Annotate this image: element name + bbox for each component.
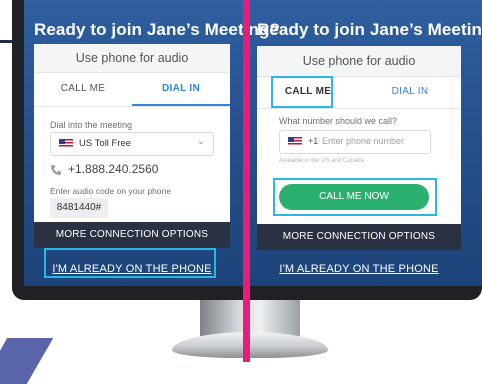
phone-placeholder: Enter phone number <box>322 136 405 146</box>
use-phone-header: Use phone for audio <box>257 46 461 77</box>
code-label: Enter audio code on your phone <box>50 186 171 196</box>
country-code: +1 <box>308 136 319 146</box>
availability-note: Available in the US and Canada <box>279 158 364 164</box>
decorative-shape <box>0 338 54 384</box>
us-flag-icon <box>59 139 73 148</box>
us-flag-icon <box>288 137 302 146</box>
phone-number-row: +1.888.240.2560 <box>50 162 220 178</box>
monitor-stand-base <box>172 332 328 358</box>
already-on-phone-link[interactable]: I'M ALREADY ON THE PHONE <box>257 260 461 278</box>
phone-input[interactable]: +1 Enter phone number <box>279 130 431 154</box>
phone-number: +1.888.240.2560 <box>68 162 159 176</box>
call-question: What number should we call? <box>279 116 398 126</box>
panel-divider <box>243 0 250 362</box>
highlight-box <box>44 248 216 278</box>
more-connection-options-button[interactable]: MORE CONNECTION OPTIONS <box>257 224 461 250</box>
phone-icon <box>51 165 61 175</box>
tab-call-me[interactable]: CALL ME <box>34 72 132 106</box>
use-phone-header: Use phone for audio <box>34 44 230 73</box>
left-audio-card: Use phone for audio CALL ME DIAL IN Dial… <box>34 44 230 222</box>
more-connection-options-button[interactable]: MORE CONNECTION OPTIONS <box>34 222 230 248</box>
country-select-value: US Toll Free <box>79 138 132 149</box>
chevron-down-icon: ⌄ <box>196 136 205 147</box>
tab-dial-in[interactable]: DIAL IN <box>132 72 230 106</box>
right-panel-title: Ready to join Jane’s Meeting? <box>257 20 482 39</box>
highlight-box <box>271 76 333 108</box>
right-audio-card: Use phone for audio CALL ME DIAL IN What… <box>257 46 461 224</box>
monitor-screen: Ready to join Jane’s Meeting? Use phone … <box>24 0 482 286</box>
tab-divider <box>257 108 461 109</box>
highlight-box <box>273 178 437 216</box>
dial-label: Dial into the meeting <box>50 120 133 130</box>
country-select[interactable]: US Toll Free ⌄ <box>50 132 214 156</box>
tab-divider <box>34 106 230 107</box>
monitor-stand-neck <box>200 300 300 336</box>
audio-code-value: 8481440# <box>50 198 108 218</box>
tab-dial-in[interactable]: DIAL IN <box>359 76 461 108</box>
